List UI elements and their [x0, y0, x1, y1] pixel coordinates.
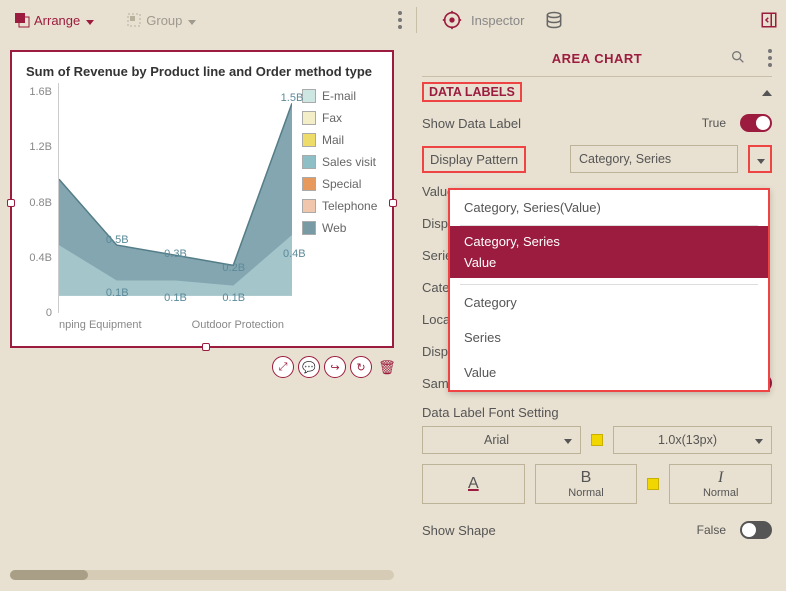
top-toolbar: Arrange Group Inspector: [0, 0, 786, 40]
font-setting-label: Data Label Font Setting: [422, 405, 772, 420]
link-indicator-icon: [647, 478, 659, 490]
panel-more-icon[interactable]: [768, 49, 772, 67]
arrange-icon: [14, 12, 30, 28]
horizontal-scrollbar[interactable]: [10, 567, 394, 583]
toggle-show-shape[interactable]: [740, 521, 772, 539]
dropdown-option[interactable]: Category, Series(Value): [450, 190, 768, 225]
plot-area: 1.5B 0.5B 0.3B 0.2B 0.4B 0.1B 0.1B 0.1B …: [58, 83, 292, 313]
display-pattern-label: Display Pattern: [422, 146, 526, 173]
group-menu[interactable]: Group: [120, 8, 202, 32]
search-icon[interactable]: [730, 49, 746, 68]
area-chart-widget[interactable]: Sum of Revenue by Product line and Order…: [10, 50, 394, 348]
x-tick: Outdoor Protection: [192, 319, 284, 331]
display-pattern-select[interactable]: Category, Series: [570, 145, 738, 173]
refresh-button[interactable]: ↻: [350, 356, 372, 378]
y-axis: 1.6B 1.2B 0.8B 0.4B 0: [12, 83, 58, 313]
prop-display-value: Displ: [422, 216, 451, 231]
toolbar-divider: [416, 7, 417, 33]
chevron-up-icon[interactable]: [762, 85, 772, 99]
comment-button[interactable]: 💬: [298, 356, 320, 378]
chevron-down-icon: [84, 13, 94, 28]
panel-collapse-icon[interactable]: [760, 11, 778, 29]
chevron-down-icon: [753, 433, 763, 447]
dropdown-option[interactable]: Category: [450, 285, 768, 320]
dropdown-option-selected[interactable]: Category, Series Value: [450, 226, 768, 278]
prop-display-order: Displ: [422, 344, 451, 359]
prop-show-shape: Show Shape False: [422, 514, 772, 546]
panel-title: AREA CHART: [552, 51, 642, 66]
font-size-select[interactable]: 1.0x(13px): [613, 426, 772, 454]
font-family-select[interactable]: Arial: [422, 426, 581, 454]
arrange-menu[interactable]: Arrange: [8, 8, 100, 32]
arrange-label: Arrange: [34, 13, 80, 28]
section-data-labels[interactable]: DATA LABELS: [422, 77, 772, 107]
display-pattern-chevron[interactable]: [748, 145, 772, 173]
prop-category: Cate: [422, 280, 449, 295]
font-style-button[interactable]: I Normal: [669, 464, 772, 504]
font-weight-button[interactable]: B Normal: [535, 464, 638, 504]
chevron-down-icon: [186, 13, 196, 28]
chart-title: Sum of Revenue by Product line and Order…: [12, 52, 392, 83]
delete-button[interactable]: 🗑: [376, 356, 398, 378]
dropdown-option[interactable]: Series: [450, 320, 768, 355]
display-pattern-dropdown[interactable]: Category, Series(Value) Category, Series…: [448, 188, 770, 392]
group-label: Group: [146, 13, 182, 28]
font-color-button[interactable]: A: [422, 464, 525, 504]
section-title: DATA LABELS: [422, 82, 522, 102]
chart-legend: E-mail Fax Mail Sales visit Special Tele…: [292, 83, 392, 313]
more-icon[interactable]: [398, 11, 402, 29]
chevron-down-icon: [562, 433, 572, 447]
database-icon[interactable]: [544, 10, 564, 30]
inspector-icon[interactable]: [441, 9, 463, 31]
toggle-show-data-label[interactable]: [740, 114, 772, 132]
canvas-area[interactable]: Sum of Revenue by Product line and Order…: [0, 40, 408, 591]
link-indicator-icon: [591, 434, 603, 446]
expand-button[interactable]: ⤢: [272, 356, 294, 378]
export-button[interactable]: ↪: [324, 356, 346, 378]
inspector-label: Inspector: [471, 13, 524, 28]
chevron-down-icon: [755, 152, 765, 167]
dropdown-option[interactable]: Value: [450, 355, 768, 390]
group-icon: [126, 12, 142, 28]
prop-show-data-label: Show Data Label True: [422, 107, 772, 139]
widget-action-bar: ⤢ 💬 ↪ ↻ 🗑: [272, 356, 398, 378]
x-tick: nping Equipment: [59, 319, 142, 331]
